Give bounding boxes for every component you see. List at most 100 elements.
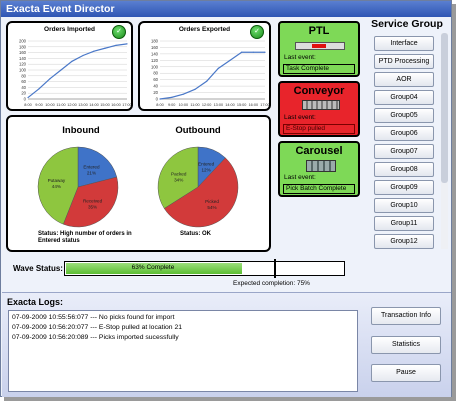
inbound-outbound-panel: Inbound Outbound Entered 21% Received 35% Pu… [6, 115, 271, 252]
device-ptl-card[interactable]: PTL Last event: Task Complete [278, 21, 360, 77]
pie-value-label: 44% [52, 184, 61, 189]
x-tick-label: 9:00 [35, 103, 42, 107]
transaction-info-button[interactable]: Transaction Info [371, 307, 441, 325]
x-tick-label: 13:00 [78, 103, 88, 107]
data-point [229, 59, 231, 61]
outbound-title: Outbound [175, 125, 221, 136]
service-group-button-group07[interactable]: Group07 [374, 144, 434, 159]
statistics-button[interactable]: Statistics [371, 336, 441, 354]
window-title: Exacta Event Director [1, 1, 451, 17]
exacta-event-director-window: Exacta Event Director Orders Imported ✓ … [0, 0, 452, 397]
y-tick-label: 40 [21, 85, 26, 90]
data-point [171, 96, 173, 98]
pie-value-label: 54% [207, 205, 216, 210]
device-carousel-title: Carousel [295, 145, 343, 157]
outbound-status: Status: OK [180, 231, 212, 237]
data-point [159, 98, 161, 100]
data-point [217, 67, 219, 69]
service-group-button-group05[interactable]: Group05 [374, 108, 434, 123]
y-tick-label: 0 [24, 97, 27, 102]
pause-button[interactable]: Pause [371, 364, 441, 382]
device-carousel-event: Pick Batch Complete [283, 184, 355, 194]
x-tick-label: 14:00 [225, 103, 235, 107]
carousel-icon [306, 160, 336, 172]
data-point [182, 93, 184, 95]
y-tick-label: 160 [19, 50, 27, 55]
inbound-status: Status: High number of orders in Entered… [38, 231, 132, 244]
service-group-button-interface[interactable]: Interface [374, 36, 434, 51]
pie-label: Packed [171, 171, 187, 176]
service-group-button-aor[interactable]: AOR [374, 72, 434, 87]
logs-title: Exacta Logs: [7, 297, 64, 307]
service-group-title: Service Group [371, 18, 443, 30]
y-tick-label: 20 [153, 90, 158, 95]
y-tick-label: 120 [151, 58, 159, 63]
series-line [27, 43, 128, 99]
y-tick-label: 100 [19, 68, 27, 73]
x-tick-label: 14:00 [89, 103, 99, 107]
ptl-display-icon [295, 42, 345, 50]
pie-value-label: 21% [87, 171, 96, 176]
log-entry: 07-09-2009 10:56:20:077 --- E-Stop pulle… [12, 324, 183, 331]
y-tick-label: 160 [151, 45, 159, 50]
service-group-button-group11[interactable]: Group11 [374, 216, 434, 231]
x-tick-label: 13:00 [214, 103, 224, 107]
logs-list[interactable]: 07-09-2009 10:55:56:077 --- No picks fou… [8, 310, 358, 392]
x-tick-label: 12:00 [67, 103, 77, 107]
x-tick-label: 17:00 [260, 103, 269, 107]
service-group-button-group04[interactable]: Group04 [374, 90, 434, 105]
device-ptl-title: PTL [308, 25, 330, 37]
y-tick-label: 20 [21, 91, 26, 96]
service-group-button-ptd-processing[interactable]: PTD Processing [374, 54, 434, 69]
conveyor-icon [302, 100, 340, 110]
y-tick-label: 180 [19, 44, 27, 49]
x-tick-label: 16:00 [249, 103, 259, 107]
scrollbar-thumb[interactable] [441, 33, 448, 183]
device-carousel-event-label: Last event: [284, 174, 316, 181]
data-point [38, 88, 40, 90]
inbound-title: Inbound [62, 125, 100, 136]
expected-completion-marker [274, 259, 276, 278]
x-tick-label: 10:00 [45, 103, 55, 107]
service-group-scrollbar[interactable] [441, 33, 448, 249]
pie-value-label: 35% [88, 205, 97, 210]
pie-label: Putaway [48, 178, 66, 183]
y-tick-label: 80 [153, 71, 158, 76]
data-point [82, 54, 84, 57]
service-group-button-group12[interactable]: Group12 [374, 234, 434, 249]
x-tick-label: 11:00 [190, 103, 199, 107]
x-tick-label: 17:00 [122, 103, 131, 107]
x-tick-label: 15:00 [100, 103, 110, 107]
device-ptl-event: Task Complete [283, 64, 355, 74]
data-point [49, 78, 51, 80]
data-point [241, 51, 243, 53]
log-entry: 07-09-2009 10:55:56:077 --- No picks fou… [12, 314, 175, 321]
service-group-button-group10[interactable]: Group10 [374, 198, 434, 213]
outbound-pie-chart: Entered12% Picked54% Packed34% [157, 146, 239, 228]
x-tick-label: 8:00 [156, 103, 163, 107]
y-tick-label: 100 [151, 64, 159, 69]
pie-label: Entered [83, 165, 100, 170]
orders-exported-panel: Orders Exported ✓ 0 20 40 60 80 100 120 140 160 1… [138, 21, 271, 111]
x-tick-label: 11:00 [56, 103, 65, 107]
y-tick-label: 120 [19, 62, 27, 67]
service-group-button-group06[interactable]: Group06 [374, 126, 434, 141]
data-point [194, 88, 196, 90]
y-tick-label: 60 [21, 79, 26, 84]
x-tick-label: 8:00 [24, 103, 31, 107]
service-group-button-group08[interactable]: Group08 [374, 162, 434, 177]
data-point [206, 80, 208, 82]
device-conveyor-card[interactable]: Conveyor Last event: E-Stop pulled [278, 81, 360, 137]
x-tick-label: 10:00 [179, 103, 189, 107]
data-point [126, 43, 128, 45]
log-entry: 07-09-2009 10:56:20:089 --- Picks import… [12, 334, 179, 341]
pie-value-label: 34% [174, 177, 183, 182]
data-point [93, 50, 95, 52]
y-tick-label: 140 [151, 51, 159, 56]
service-group-button-group09[interactable]: Group09 [374, 180, 434, 195]
y-tick-label: 180 [151, 39, 159, 44]
orders-imported-chart: 020406080100120140160180200 8:00 9:00 10:00… [19, 39, 131, 108]
x-tick-label: 12:00 [202, 103, 212, 107]
device-conveyor-title: Conveyor [293, 85, 345, 97]
device-carousel-card[interactable]: Carousel Last event: Pick Batch Complete [278, 141, 360, 197]
